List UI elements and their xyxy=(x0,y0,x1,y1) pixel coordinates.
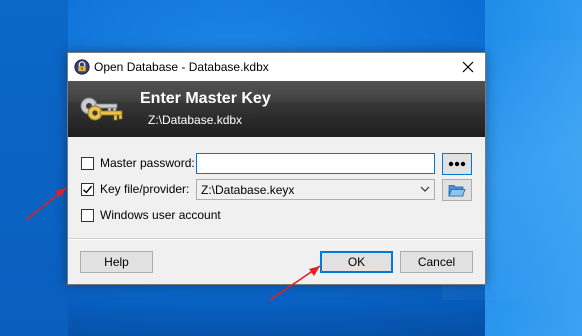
title-bar[interactable]: Open Database - Database.kdbx xyxy=(68,53,485,81)
cancel-button[interactable]: Cancel xyxy=(400,251,473,273)
checkmark-icon xyxy=(83,185,93,194)
chevron-down-icon xyxy=(420,186,430,192)
close-button[interactable] xyxy=(451,53,485,81)
keepass-lock-icon xyxy=(74,59,90,75)
banner-title: Enter Master Key xyxy=(140,90,271,107)
open-folder-icon xyxy=(448,184,466,196)
help-button[interactable]: Help xyxy=(80,251,153,273)
master-password-input[interactable] xyxy=(196,153,435,174)
footer-separator-highlight xyxy=(68,239,485,240)
key-file-select[interactable]: Z:\Database.keyx xyxy=(196,179,435,200)
keys-icon xyxy=(78,89,128,129)
windows-account-label: Windows user account xyxy=(100,208,221,222)
key-file-label: Key file/provider: xyxy=(100,182,190,196)
banner-gloss xyxy=(68,81,485,103)
open-database-dialog: Open Database - Database.kdbx Enter Mast… xyxy=(67,52,486,285)
reveal-password-button[interactable] xyxy=(442,153,472,175)
header-banner: Enter Master Key Z:\Database.kdbx xyxy=(68,81,485,137)
master-password-checkbox[interactable] xyxy=(81,157,94,170)
banner-database-path: Z:\Database.kdbx xyxy=(148,113,243,127)
key-file-selected-value: Z:\Database.keyx xyxy=(201,183,295,197)
windows-account-checkbox[interactable] xyxy=(81,209,94,222)
ok-button[interactable]: OK xyxy=(320,251,393,273)
window-title: Open Database - Database.kdbx xyxy=(94,60,269,74)
desktop-wallpaper-left xyxy=(0,0,68,336)
browse-key-file-button[interactable] xyxy=(442,179,472,201)
close-icon xyxy=(462,61,474,73)
master-password-label: Master password: xyxy=(100,156,195,170)
ellipsis-icon xyxy=(448,161,466,167)
key-file-checkbox[interactable] xyxy=(81,183,94,196)
